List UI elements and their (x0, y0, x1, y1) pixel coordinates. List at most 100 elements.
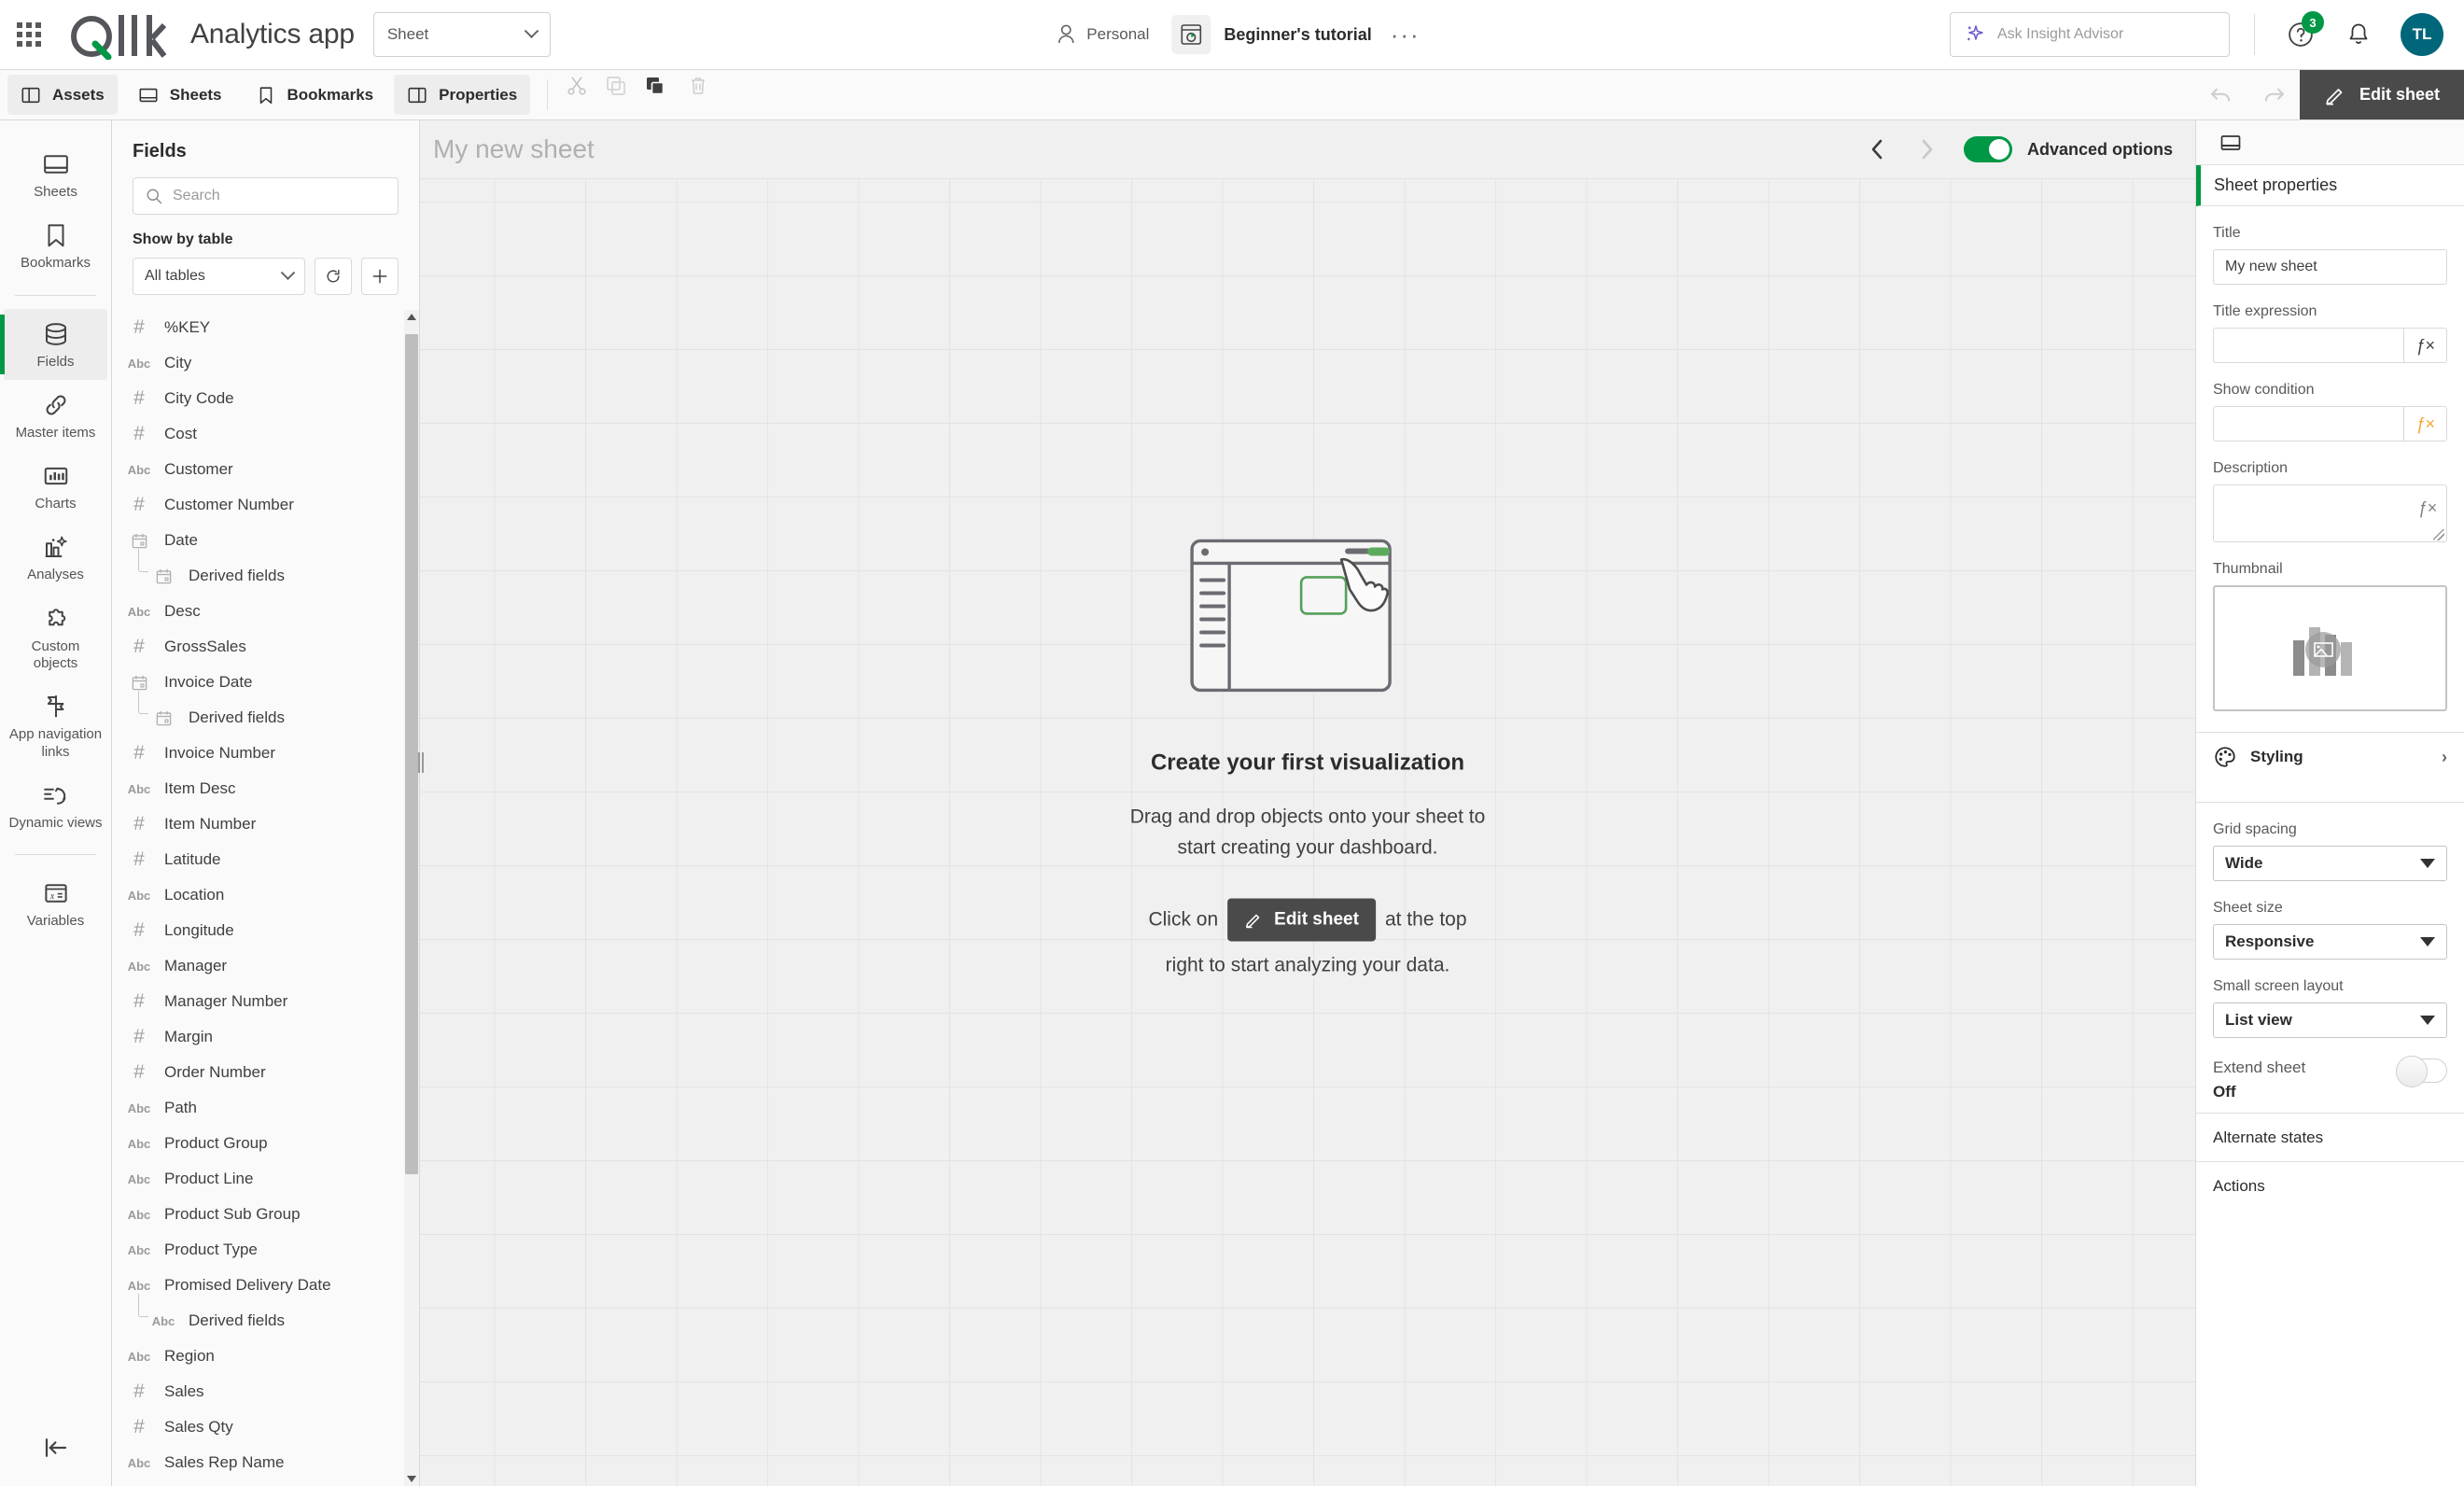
field-list-item[interactable]: # Sales Qty (112, 1409, 404, 1445)
field-list-item[interactable]: Abc Desc (112, 594, 404, 629)
cta-suffix: at the top (1384, 907, 1467, 930)
field-derived-item[interactable]: Abc Derived fields (112, 1294, 404, 1339)
alternate-states-section[interactable]: Alternate states (2196, 1113, 2464, 1161)
field-list-item[interactable]: Abc Product Group (112, 1126, 404, 1161)
show-condition-label: Show condition (2213, 382, 2315, 398)
edit-sheet-button[interactable]: Edit sheet (2299, 70, 2464, 119)
field-list-item[interactable]: # %KEY (112, 310, 404, 345)
sidebar-item-sheets[interactable]: Sheets (4, 139, 107, 210)
redo-button[interactable] (2247, 70, 2300, 119)
extend-sheet-toggle[interactable] (2396, 1056, 2447, 1087)
toolbar-assets-button[interactable]: Assets (7, 75, 118, 115)
show-condition-input[interactable] (2214, 407, 2403, 441)
sidebar-item-app-navigation-links[interactable]: App navigation links (4, 681, 107, 770)
field-list-item[interactable]: # Sales (112, 1374, 404, 1409)
sheet-selector-dropdown[interactable]: Sheet (372, 12, 551, 57)
field-list-item[interactable]: Abc Customer (112, 452, 404, 487)
collapse-rail-button[interactable] (0, 1415, 111, 1486)
space-button[interactable]: Personal (1043, 24, 1162, 45)
sidebar-item-variables[interactable]: x Variables (4, 868, 107, 939)
field-list-item[interactable]: # Cost (112, 416, 404, 452)
title-expression-row: ƒ× (2213, 328, 2447, 363)
field-list-item[interactable]: Abc Location (112, 877, 404, 913)
field-list-item[interactable]: # Customer Number (112, 487, 404, 523)
field-list-item[interactable]: # City Code (112, 381, 404, 416)
resize-grip-icon[interactable] (2433, 529, 2444, 540)
field-list-item[interactable]: # Longitude (112, 913, 404, 948)
field-list-item[interactable]: # Latitude (112, 842, 404, 877)
field-list-item[interactable]: # GrossSales (112, 629, 404, 665)
undo-button[interactable] (2195, 70, 2247, 119)
grid-spacing-select[interactable]: Wide (2213, 846, 2447, 881)
paste-button[interactable] (639, 70, 671, 102)
avatar[interactable]: TL (2401, 13, 2443, 56)
sheet-properties-header[interactable]: Sheet properties (2196, 165, 2464, 206)
field-list-item[interactable]: Invoice Date (112, 665, 404, 700)
copy-button[interactable] (600, 70, 632, 102)
field-list-item[interactable]: Abc Product Line (112, 1161, 404, 1197)
app-launcher-button[interactable] (0, 22, 58, 47)
field-list-item[interactable]: # Manager Number (112, 984, 404, 1019)
sidebar-item-fields[interactable]: Fields (0, 308, 107, 380)
styling-section[interactable]: Styling › (2213, 733, 2447, 781)
empty-state-edit-sheet-button[interactable]: Edit sheet (1227, 898, 1376, 941)
fields-search-input[interactable]: Search (133, 177, 399, 215)
field-list-item[interactable]: Abc City (112, 345, 404, 381)
toolbar-sheets-button[interactable]: Sheets (125, 75, 235, 115)
tab-sheet-properties[interactable] (2211, 125, 2250, 161)
refresh-fields-button[interactable] (315, 258, 352, 295)
sidebar-item-dynamic-views[interactable]: Dynamic views (4, 770, 107, 841)
table-filter-dropdown[interactable]: All tables (133, 258, 305, 295)
description-fx-button[interactable]: ƒ× (2417, 498, 2437, 518)
sidebar-item-custom-objects[interactable]: Custom objects (4, 594, 107, 682)
add-field-button[interactable] (361, 258, 399, 295)
field-list-item[interactable]: Date (112, 523, 404, 558)
cut-button[interactable] (561, 70, 593, 102)
scroll-up-button[interactable] (404, 310, 419, 325)
sidebar-item-analyses[interactable]: Analyses (4, 522, 107, 593)
field-list-item[interactable]: Abc Sales Rep Name (112, 1445, 404, 1480)
field-derived-item[interactable]: Derived fields (112, 691, 404, 736)
field-list-item[interactable]: # Item Number (112, 806, 404, 842)
qlik-logo[interactable] (67, 9, 170, 60)
field-list-item[interactable]: # Margin (112, 1019, 404, 1055)
insight-advisor-search[interactable]: Ask Insight Advisor (1950, 12, 2230, 57)
toolbar-bookmarks-button[interactable]: Bookmarks (243, 75, 387, 115)
delete-button[interactable] (682, 70, 714, 102)
small-screen-layout-select[interactable]: List view (2213, 1002, 2447, 1038)
previous-sheet-button[interactable] (1852, 130, 1902, 169)
show-condition-fx-button[interactable]: ƒ× (2403, 407, 2446, 441)
field-list-item[interactable]: # Invoice Number (112, 736, 404, 771)
field-list-item[interactable]: Abc Product Sub Group (112, 1197, 404, 1232)
actions-section[interactable]: Actions (2196, 1161, 2464, 1210)
field-list-item[interactable]: Abc Manager (112, 948, 404, 984)
field-list-item[interactable]: Abc Item Desc (112, 771, 404, 806)
notifications-button[interactable] (2337, 13, 2380, 56)
help-button[interactable]: 3 (2279, 11, 2324, 56)
app-more-menu-button[interactable]: ··· (1391, 22, 1421, 47)
advanced-options-toggle[interactable] (1963, 136, 2012, 162)
field-list-item[interactable]: Abc Promised Delivery Date (112, 1268, 404, 1303)
scroll-down-button[interactable] (404, 1471, 419, 1486)
toolbar-properties-button[interactable]: Properties (394, 75, 531, 115)
sidebar-item-charts[interactable]: Charts (4, 451, 107, 522)
thumbnail-picker[interactable] (2213, 585, 2447, 711)
field-list-item[interactable]: # Order Number (112, 1055, 404, 1090)
sidebar-item-master-items[interactable]: Master items (4, 380, 107, 451)
description-textarea[interactable]: ƒ× (2213, 484, 2447, 542)
field-derived-item[interactable]: Derived fields (112, 549, 404, 594)
sidebar-item-bookmarks[interactable]: Bookmarks (4, 210, 107, 281)
field-list-item[interactable]: Abc Product Type (112, 1232, 404, 1268)
sheet-size-select[interactable]: Responsive (2213, 924, 2447, 960)
current-app-button[interactable]: Beginner's tutorial (1171, 15, 1372, 54)
next-sheet-button[interactable] (1902, 130, 1953, 169)
field-list-item[interactable]: Abc Path (112, 1090, 404, 1126)
title-input[interactable]: My new sheet (2213, 249, 2447, 285)
panel-resize-handle[interactable] (414, 735, 424, 791)
title-expression-fx-button[interactable]: ƒ× (2403, 329, 2446, 362)
fields-scrollbar[interactable] (404, 310, 419, 1486)
title-expression-input[interactable] (2214, 329, 2403, 362)
field-list-item[interactable]: Abc Region (112, 1339, 404, 1374)
sheet-canvas[interactable]: Create your first visualization Drag and… (420, 178, 2195, 1486)
fields-list[interactable]: # %KEY Abc City # City Code # Cost Abc Customer # C… (112, 310, 404, 1486)
